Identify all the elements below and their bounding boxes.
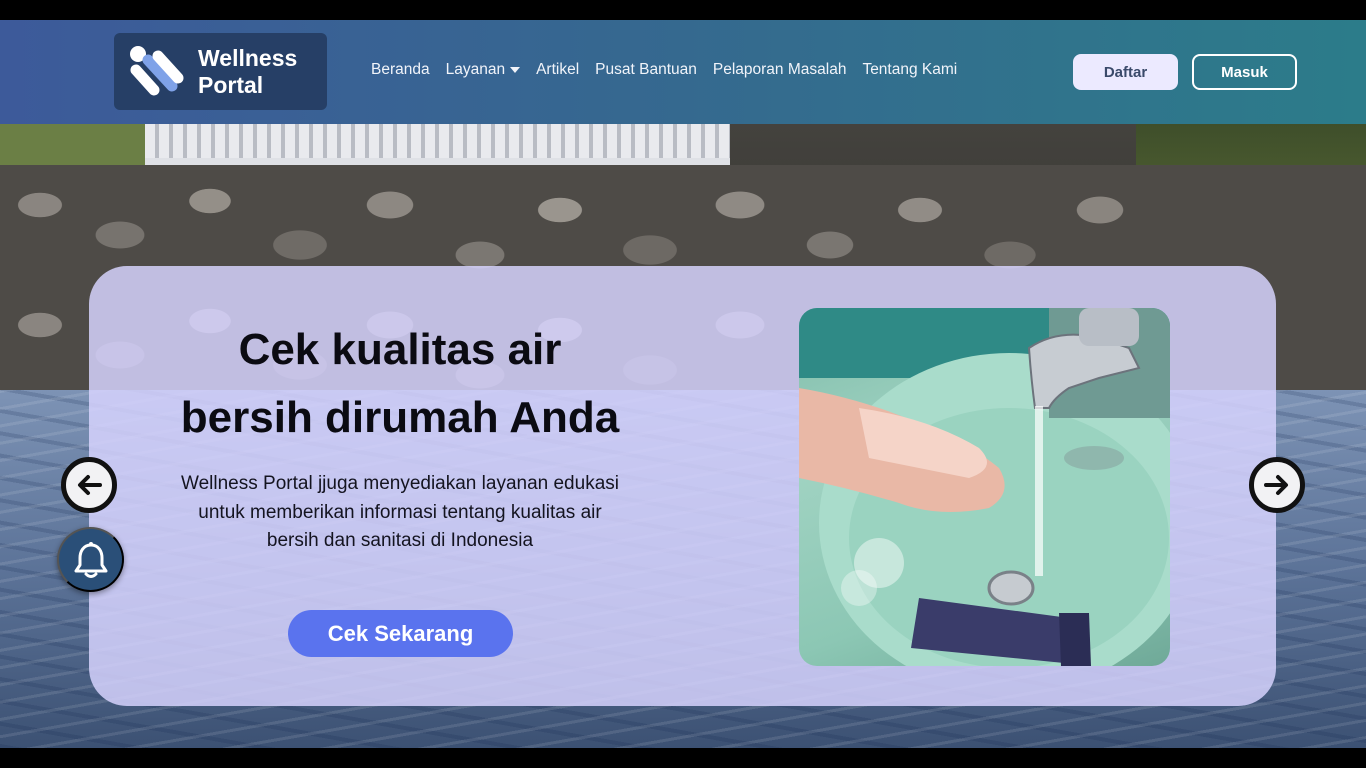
nav-item-layanan[interactable]: Layanan — [445, 61, 521, 79]
logo-icon — [130, 46, 184, 96]
nav-item-layanan-label: Layanan — [445, 61, 506, 78]
hero-description: Wellness Portal jjuga menyediakan layana… — [140, 470, 660, 556]
login-button[interactable]: Masuk — [1192, 54, 1297, 90]
brand-name-line2: Portal — [198, 72, 264, 98]
brand-name: Wellness Portal — [198, 45, 297, 99]
bell-icon — [74, 541, 107, 578]
nav-item-pusat-bantuan[interactable]: Pusat Bantuan — [595, 61, 697, 79]
hero-description-line3: bersih dan sanitasi di Indonesia — [266, 530, 534, 551]
nav-item-tentang-kami[interactable]: Tentang Kami — [862, 61, 957, 79]
notification-button[interactable] — [57, 527, 124, 592]
caret-down-icon — [510, 67, 521, 73]
check-now-button[interactable]: Cek Sekarang — [288, 610, 513, 657]
carousel-prev-button[interactable] — [61, 457, 117, 513]
page: Wellness Portal Beranda Layanan Artikel … — [0, 20, 1366, 748]
register-button[interactable]: Daftar — [1073, 54, 1178, 90]
navbar: Wellness Portal Beranda Layanan Artikel … — [0, 20, 1366, 124]
nav-item-artikel[interactable]: Artikel — [536, 61, 579, 79]
nav-item-beranda[interactable]: Beranda — [371, 61, 430, 79]
hero-photo — [799, 308, 1170, 666]
hero-title-line1: Cek kualitas air — [238, 325, 562, 374]
hero-description-line2: untuk memberikan informasi tentang kuali… — [198, 501, 602, 523]
background-grass — [0, 120, 150, 170]
handwashing-illustration — [799, 308, 1170, 666]
brand-logo[interactable]: Wellness Portal — [114, 33, 327, 110]
hero-description-line1: Wellness Portal jjuga menyediakan layana… — [181, 473, 619, 494]
brand-name-line1: Wellness — [198, 45, 298, 71]
main-nav: Beranda Layanan Artikel Pusat Bantuan Pe… — [371, 61, 973, 79]
hero-title-line2: bersih dirumah Anda — [180, 393, 620, 442]
carousel-next-button[interactable] — [1249, 457, 1305, 513]
arrow-left-icon — [78, 475, 102, 495]
arrow-right-icon — [1264, 475, 1288, 495]
hero-title: Cek kualitas air bersih dirumah Anda — [140, 316, 660, 452]
background-railing — [145, 124, 730, 166]
nav-item-pelaporan-masalah[interactable]: Pelaporan Masalah — [713, 61, 847, 79]
